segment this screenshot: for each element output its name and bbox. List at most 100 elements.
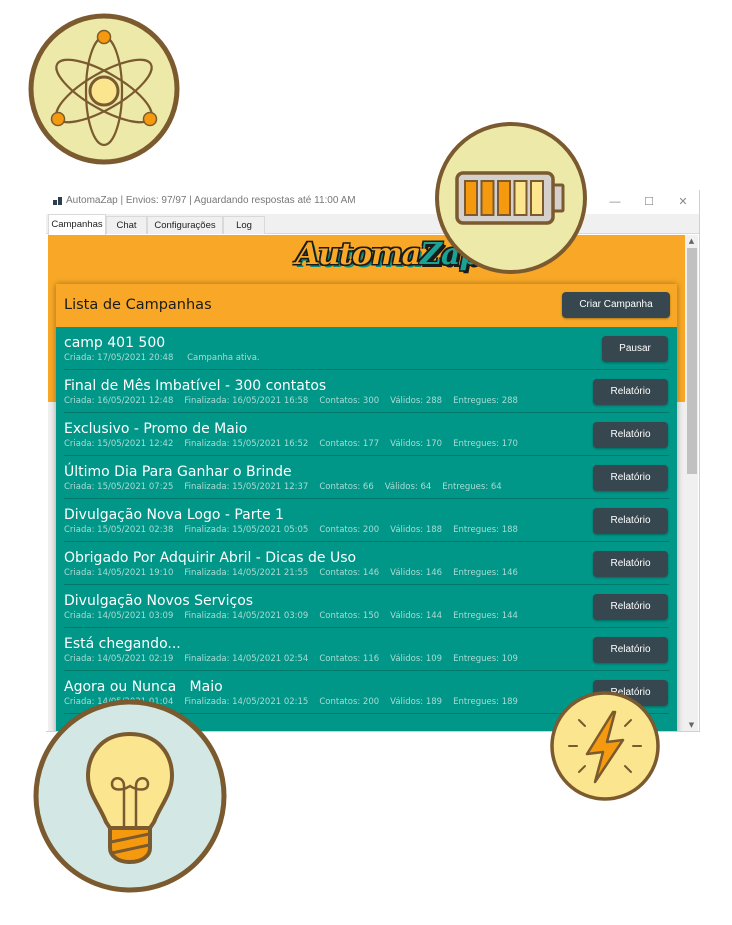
tab-campanhas[interactable]: Campanhas <box>48 214 106 235</box>
report-button[interactable]: Relatório <box>593 551 668 577</box>
contacts-count: Contatos: 116 <box>319 654 380 664</box>
campaign-name: Está chegando... <box>64 636 181 652</box>
created-date: Criada: 16/05/2021 12:48 <box>64 396 174 406</box>
campaign-meta: Criada: 14/05/2021 03:09 Finalizada: 14/0… <box>64 611 529 621</box>
delivered-count: Entregues: 189 <box>453 697 518 707</box>
campaign-row: Divulgação Novos Serviços Criada: 14/05/… <box>56 585 677 628</box>
window-title: AutomaZap | Envios: 97/97 | Aguardando r… <box>66 195 356 206</box>
report-button[interactable]: Relatório <box>593 379 668 405</box>
campaign-meta: Criada: 16/05/2021 12:48 Finalizada: 16/0… <box>64 396 529 406</box>
campaign-row: Exclusivo - Promo de Maio Criada: 15/05/… <box>56 413 677 456</box>
campaign-list-panel: Lista de Campanhas Criar Campanha camp 4… <box>56 284 677 731</box>
report-button[interactable]: Relatório <box>593 594 668 620</box>
report-button[interactable]: Relatório <box>593 508 668 534</box>
contacts-count: Contatos: 66 <box>319 482 374 492</box>
tab-bar: Campanhas Chat Configurações Log <box>46 214 700 235</box>
campaign-row: Divulgação Nova Logo - Parte 1 Criada: 1… <box>56 499 677 542</box>
tab-configuracoes[interactable]: Configurações <box>147 216 223 234</box>
campaign-meta: Criada: 15/05/2021 07:25 Finalizada: 15/0… <box>64 482 513 492</box>
create-campaign-button[interactable]: Criar Campanha <box>562 292 670 318</box>
panel-header: Lista de Campanhas Criar Campanha <box>56 284 677 327</box>
campaign-name: Obrigado Por Adquirir Abril - Dicas de U… <box>64 550 357 566</box>
campaign-name: Agora ou Nunca Maio <box>64 679 223 695</box>
finished-date: Finalizada: 15/05/2021 05:05 <box>184 525 309 535</box>
delivered-count: Entregues: 170 <box>453 439 518 449</box>
vertical-scrollbar[interactable]: ▲ ▼ <box>685 235 698 731</box>
delivered-count: Entregues: 146 <box>453 568 518 578</box>
pause-button[interactable]: Pausar <box>602 336 668 362</box>
scroll-up-arrow-icon[interactable]: ▲ <box>685 235 698 247</box>
campaign-meta: Criada: 17/05/2021 20:48 Campanha ativa. <box>64 353 271 363</box>
delivered-count: Entregues: 64 <box>442 482 502 492</box>
contacts-count: Contatos: 177 <box>319 439 380 449</box>
campaign-status: Campanha ativa. <box>187 353 260 363</box>
campaign-meta: Criada: 15/05/2021 02:38 Finalizada: 15/0… <box>64 525 529 535</box>
created-date: Criada: 14/05/2021 02:19 <box>64 654 174 664</box>
valid-count: Válidos: 170 <box>390 439 443 449</box>
campaign-meta: Criada: 14/05/2021 19:10 Finalizada: 14/0… <box>64 568 529 578</box>
campaign-row: Final de Mês Imbatível - 300 contatos Cr… <box>56 370 677 413</box>
battery-icon <box>435 122 587 274</box>
finished-date: Finalizada: 14/05/2021 02:54 <box>184 654 309 664</box>
delivered-count: Entregues: 109 <box>453 654 518 664</box>
finished-date: Finalizada: 16/05/2021 16:58 <box>184 396 309 406</box>
battery-cell <box>497 180 511 216</box>
campaign-list[interactable]: camp 401 500 Criada: 17/05/2021 20:48 Ca… <box>56 327 677 731</box>
delivered-count: Entregues: 188 <box>453 525 518 535</box>
finished-date: Finalizada: 14/05/2021 03:09 <box>184 611 309 621</box>
lightning-icon <box>550 691 660 801</box>
delivered-count: Entregues: 288 <box>453 396 518 406</box>
contacts-count: Contatos: 150 <box>319 611 380 621</box>
contacts-count: Contatos: 200 <box>319 525 380 535</box>
report-button[interactable]: Relatório <box>593 465 668 491</box>
valid-count: Válidos: 109 <box>390 654 443 664</box>
campaign-row: Obrigado Por Adquirir Abril - Dicas de U… <box>56 542 677 585</box>
created-date: Criada: 14/05/2021 19:10 <box>64 568 174 578</box>
valid-count: Válidos: 144 <box>390 611 443 621</box>
atom-icon <box>28 13 180 165</box>
lightbulb-icon <box>33 699 227 893</box>
created-date: Criada: 14/05/2021 03:09 <box>64 611 174 621</box>
campaign-name: Final de Mês Imbatível - 300 contatos <box>64 378 327 394</box>
report-button[interactable]: Relatório <box>593 637 668 663</box>
battery-cell <box>513 180 528 216</box>
campaign-name: Último Dia Para Ganhar o Brinde <box>64 464 292 480</box>
close-button[interactable]: ✕ <box>668 193 698 211</box>
title-bar[interactable]: AutomaZap | Envios: 97/97 | Aguardando r… <box>46 190 700 214</box>
created-date: Criada: 15/05/2021 02:38 <box>64 525 174 535</box>
campaign-name: camp 401 500 <box>64 335 166 351</box>
battery-cell <box>530 180 544 216</box>
contacts-count: Contatos: 146 <box>319 568 380 578</box>
contacts-count: Contatos: 200 <box>319 697 380 707</box>
report-button[interactable]: Relatório <box>593 422 668 448</box>
campaign-row: camp 401 500 Criada: 17/05/2021 20:48 Ca… <box>56 327 677 370</box>
created-date: Criada: 17/05/2021 20:48 <box>64 353 174 363</box>
contacts-count: Contatos: 300 <box>319 396 380 406</box>
valid-count: Válidos: 189 <box>390 697 443 707</box>
scroll-down-arrow-icon[interactable]: ▼ <box>685 719 698 731</box>
finished-date: Finalizada: 14/05/2021 21:55 <box>184 568 309 578</box>
campaign-meta: Criada: 14/05/2021 02:19 Finalizada: 14/0… <box>64 654 529 664</box>
minimize-button[interactable]: — <box>600 193 630 211</box>
finished-date: Finalizada: 15/05/2021 16:52 <box>184 439 309 449</box>
scrollbar-thumb[interactable] <box>687 248 697 474</box>
valid-count: Válidos: 188 <box>390 525 443 535</box>
app-icon <box>53 197 62 205</box>
campaign-name: Divulgação Nova Logo - Parte 1 <box>64 507 284 523</box>
campaign-name: Exclusivo - Promo de Maio <box>64 421 248 437</box>
campaign-row: Último Dia Para Ganhar o Brinde Criada: … <box>56 456 677 499</box>
campaign-name: Divulgação Novos Serviços <box>64 593 254 609</box>
valid-count: Válidos: 146 <box>390 568 443 578</box>
tab-chat[interactable]: Chat <box>106 216 147 234</box>
tab-log[interactable]: Log <box>223 216 265 234</box>
created-date: Criada: 15/05/2021 12:42 <box>64 439 174 449</box>
maximize-button[interactable]: ☐ <box>634 193 664 211</box>
created-date: Criada: 15/05/2021 07:25 <box>64 482 174 492</box>
delivered-count: Entregues: 144 <box>453 611 518 621</box>
campaigns-page: AutomaZap Lista de Campanhas Criar Campa… <box>48 235 685 731</box>
app-window: AutomaZap | Envios: 97/97 | Aguardando r… <box>46 190 700 732</box>
valid-count: Válidos: 288 <box>390 396 443 406</box>
battery-cell <box>480 180 495 216</box>
valid-count: Válidos: 64 <box>384 482 432 492</box>
campaign-row: Está chegando... Criada: 14/05/2021 02:1… <box>56 628 677 671</box>
